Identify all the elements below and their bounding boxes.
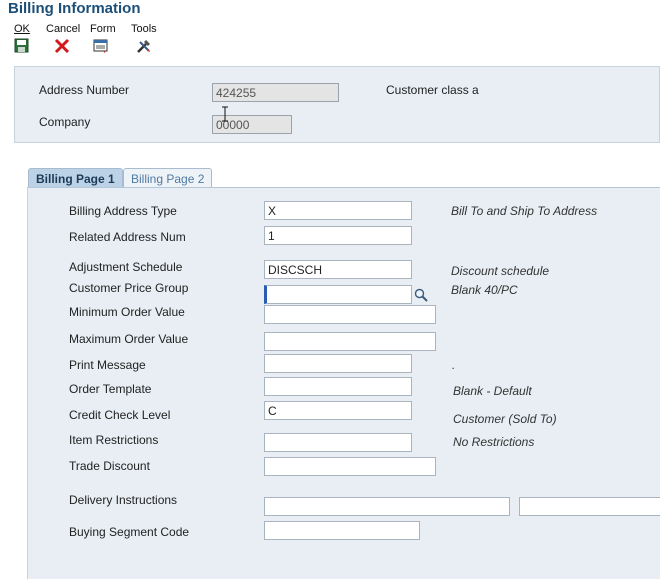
adjustment-schedule-desc: Discount schedule: [451, 264, 550, 278]
adjustment-schedule-field[interactable]: [264, 260, 412, 279]
billing-address-type-label: Billing Address Type: [69, 204, 177, 218]
tools-label: Tools: [131, 23, 157, 35]
credit-check-level-label: Credit Check Level: [69, 408, 171, 422]
customer-class-text: Customer class a: [386, 83, 479, 97]
tab-billing-page-1[interactable]: Billing Page 1: [28, 168, 123, 189]
header-panel: [14, 66, 660, 143]
tab-billing-page-2[interactable]: Billing Page 2: [123, 168, 213, 188]
minimum-order-value-label: Minimum Order Value: [69, 305, 185, 319]
maximum-order-value-label: Maximum Order Value: [69, 332, 189, 346]
customer-price-group-field[interactable]: [264, 285, 412, 304]
customer-price-group-label: Customer Price Group: [69, 281, 189, 295]
tools-menu-button[interactable]: Tools: [131, 23, 171, 54]
delivery-instructions-label: Delivery Instructions: [69, 493, 178, 507]
order-template-label: Order Template: [69, 382, 152, 396]
address-number-field[interactable]: [212, 83, 339, 102]
order-template-desc: Blank - Default: [453, 384, 532, 398]
credit-check-level-desc: Customer (Sold To): [453, 412, 557, 426]
print-message-field[interactable]: [264, 354, 412, 373]
billing-address-type-field[interactable]: [264, 201, 412, 220]
print-message-desc: .: [452, 358, 456, 372]
trade-discount-label: Trade Discount: [69, 459, 150, 473]
maximum-order-value-field[interactable]: [264, 332, 436, 351]
print-message-label: Print Message: [69, 358, 146, 372]
close-icon: [54, 38, 70, 54]
item-restrictions-desc: No Restrictions: [453, 435, 535, 449]
trade-discount-field[interactable]: [264, 457, 436, 476]
related-address-num-field[interactable]: [264, 226, 412, 245]
minimum-order-value-field[interactable]: [264, 305, 436, 324]
billing-address-type-desc: Bill To and Ship To Address: [451, 204, 598, 218]
credit-check-level-field[interactable]: [264, 401, 412, 420]
search-icon[interactable]: [414, 288, 428, 302]
cancel-label: Cancel: [46, 23, 81, 35]
buying-segment-code-field[interactable]: [264, 521, 420, 540]
delivery-instructions-field-1[interactable]: [264, 497, 510, 516]
tools-icon: [137, 39, 151, 53]
order-template-field[interactable]: [264, 377, 412, 396]
form-label: Form: [90, 23, 116, 35]
page-title: Billing Information: [8, 0, 141, 17]
delivery-instructions-field-2[interactable]: [519, 497, 660, 516]
form-menu-button[interactable]: Form: [90, 23, 130, 54]
address-number-label: Address Number: [39, 83, 130, 97]
buying-segment-code-label: Buying Segment Code: [69, 525, 190, 539]
form-icon: [93, 39, 108, 53]
adjustment-schedule-label: Adjustment Schedule: [69, 260, 183, 274]
item-restrictions-field[interactable]: [264, 433, 412, 452]
text-cursor-icon: [222, 106, 228, 122]
save-icon: [14, 38, 29, 53]
company-label: Company: [39, 115, 91, 129]
cancel-button[interactable]: Cancel: [46, 23, 86, 54]
item-restrictions-label: Item Restrictions: [69, 433, 159, 447]
related-address-num-label: Related Address Num: [69, 230, 186, 244]
customer-price-group-desc: Blank 40/PC: [451, 283, 518, 297]
